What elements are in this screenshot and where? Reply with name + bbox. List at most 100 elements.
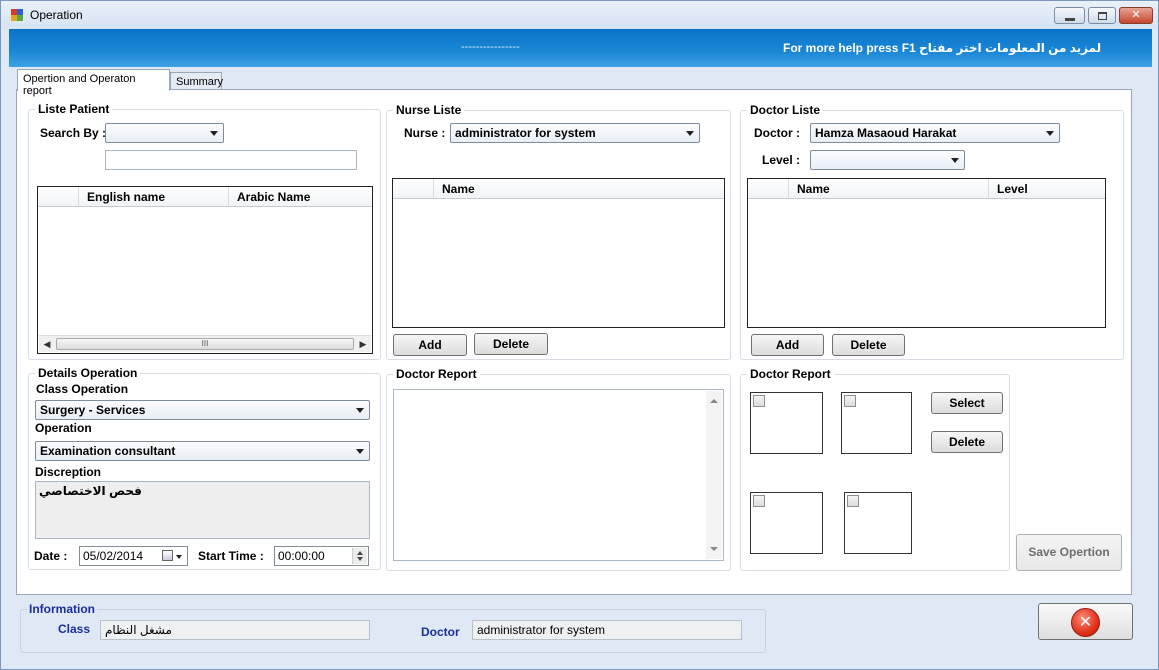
- image-checkbox[interactable]: [847, 495, 859, 507]
- information-title: Information: [27, 602, 97, 616]
- column-arabic-name[interactable]: Arabic Name: [228, 187, 372, 207]
- chevron-down-icon: [210, 131, 218, 136]
- column-english-name[interactable]: English name: [78, 187, 228, 207]
- operation-window: Operation ✕ ---------------- For more he…: [0, 0, 1159, 670]
- exit-button[interactable]: ✕: [1038, 603, 1133, 640]
- patient-search-input[interactable]: [105, 150, 357, 170]
- delete-doctor-button[interactable]: Delete: [832, 334, 905, 356]
- doctor-group: Doctor Liste Doctor : Hamza Masaoud Hara…: [740, 103, 1124, 360]
- level-label: Level :: [762, 153, 801, 167]
- info-class-label: Class: [58, 622, 91, 636]
- info-doctor-label: Doctor: [421, 625, 460, 639]
- add-nurse-button[interactable]: Add: [393, 334, 467, 356]
- chevron-down-icon: [356, 449, 364, 454]
- level-combo[interactable]: [810, 150, 965, 170]
- nurse-combo[interactable]: administrator for system: [450, 123, 700, 143]
- scroll-right-icon[interactable]: ▶: [356, 338, 370, 350]
- doctor-value: Hamza Masaoud Harakat: [815, 126, 957, 140]
- image-checkbox[interactable]: [844, 395, 856, 407]
- description-value: فحص الاختصاصي: [39, 484, 142, 498]
- report-image-4[interactable]: [844, 492, 912, 554]
- calendar-icon[interactable]: [162, 550, 173, 561]
- search-by-label: Search By :: [40, 126, 107, 140]
- doctor-report-vscrollbar[interactable]: [706, 391, 722, 559]
- nurse-value: administrator for system: [455, 126, 596, 140]
- patient-group-title: Liste Patient: [35, 102, 113, 116]
- start-time-label: Start Time :: [198, 549, 264, 563]
- maximize-icon: [1098, 12, 1107, 20]
- details-group-title: Details Operation: [35, 366, 141, 380]
- banner-help-text: For more help press F1 لمزيد من المعلوما…: [783, 41, 1102, 55]
- patient-grid-header: English name Arabic Name: [38, 187, 372, 207]
- details-group: Details Operation Class Operation Surger…: [28, 366, 381, 570]
- scroll-down-icon[interactable]: [710, 547, 718, 551]
- column-level[interactable]: Level: [988, 179, 1105, 199]
- maximize-button[interactable]: [1088, 7, 1116, 24]
- scroll-thumb[interactable]: III: [56, 338, 354, 350]
- class-operation-value: Surgery - Services: [40, 403, 146, 417]
- operation-combo[interactable]: Examination consultant: [35, 441, 370, 461]
- nurse-label: Nurse :: [404, 126, 446, 140]
- minimize-icon: [1065, 18, 1075, 21]
- patient-grid-hscrollbar[interactable]: ◀ III ▶: [39, 335, 371, 352]
- add-doctor-button[interactable]: Add: [751, 334, 824, 356]
- class-operation-combo[interactable]: Surgery - Services: [35, 400, 370, 420]
- tab-operation-report[interactable]: Opertion and Operaton report: [17, 69, 170, 97]
- close-icon: ✕: [1131, 9, 1141, 21]
- image-checkbox[interactable]: [753, 395, 765, 407]
- delete-nurse-button[interactable]: Delete: [474, 333, 548, 355]
- info-doctor-field: administrator for system: [472, 620, 742, 640]
- doctor-grid-header: Name Level: [748, 179, 1105, 199]
- image-checkbox[interactable]: [753, 495, 765, 507]
- select-image-button[interactable]: Select: [931, 392, 1003, 414]
- scroll-up-icon[interactable]: [710, 399, 718, 403]
- doctor-group-title: Doctor Liste: [747, 103, 824, 117]
- tab-panel-operation: Liste Patient Search By : English name A…: [16, 89, 1132, 595]
- save-operation-button[interactable]: Save Opertion: [1016, 534, 1122, 571]
- patient-group: Liste Patient Search By : English name A…: [28, 102, 381, 360]
- report-image-3[interactable]: [750, 492, 823, 554]
- spin-up-icon[interactable]: [357, 551, 363, 555]
- banner-dashes: ----------------: [461, 41, 520, 53]
- minimize-button[interactable]: [1054, 7, 1085, 24]
- description-textarea[interactable]: فحص الاختصاصي: [35, 481, 370, 539]
- date-picker[interactable]: 05/02/2014: [79, 546, 188, 566]
- date-value: 05/02/2014: [83, 549, 144, 563]
- description-label: Discreption: [35, 465, 102, 479]
- help-banner: ---------------- For more help press F1 …: [9, 29, 1152, 67]
- nurse-grid-header: Name: [393, 179, 724, 199]
- patient-grid[interactable]: English name Arabic Name ◀ III ▶: [37, 186, 373, 354]
- chevron-down-icon: [1046, 131, 1054, 136]
- start-time-value: 00:00:00: [278, 549, 325, 563]
- doctor-report-group: Doctor Report: [386, 367, 731, 571]
- date-label: Date :: [34, 549, 68, 563]
- search-by-combo[interactable]: [105, 123, 224, 143]
- report-image-2[interactable]: [841, 392, 912, 454]
- report-image-1[interactable]: [750, 392, 823, 454]
- doctor-report-title: Doctor Report: [393, 367, 480, 381]
- class-operation-label: Class Operation: [36, 382, 129, 396]
- start-time-picker[interactable]: 00:00:00: [274, 546, 369, 566]
- doctor-report-images-group: Doctor Report Select Delete: [740, 367, 1010, 571]
- column-name[interactable]: Name: [788, 179, 988, 199]
- operation-value: Examination consultant: [40, 444, 176, 458]
- doctor-report-textarea[interactable]: [393, 389, 724, 561]
- chevron-down-icon: [686, 131, 694, 136]
- doctor-combo[interactable]: Hamza Masaoud Harakat: [810, 123, 1060, 143]
- chevron-down-icon[interactable]: [176, 555, 182, 559]
- operation-label: Operation: [35, 421, 92, 435]
- column-name[interactable]: Name: [433, 179, 719, 199]
- chevron-down-icon: [356, 408, 364, 413]
- delete-image-button[interactable]: Delete: [931, 431, 1003, 453]
- nurse-group-title: Nurse Liste: [393, 103, 465, 117]
- scroll-left-icon[interactable]: ◀: [40, 338, 54, 350]
- doctor-label: Doctor :: [754, 126, 800, 140]
- time-spinner[interactable]: [352, 548, 367, 564]
- close-button[interactable]: ✕: [1119, 7, 1153, 24]
- spin-down-icon[interactable]: [357, 557, 363, 561]
- nurse-grid[interactable]: Name: [392, 178, 725, 328]
- doctor-grid[interactable]: Name Level: [747, 178, 1106, 328]
- title-bar: Operation ✕: [1, 1, 1158, 29]
- info-class-field: مشغل النظام: [100, 620, 370, 640]
- nurse-group: Nurse Liste Nurse : administrator for sy…: [386, 103, 731, 360]
